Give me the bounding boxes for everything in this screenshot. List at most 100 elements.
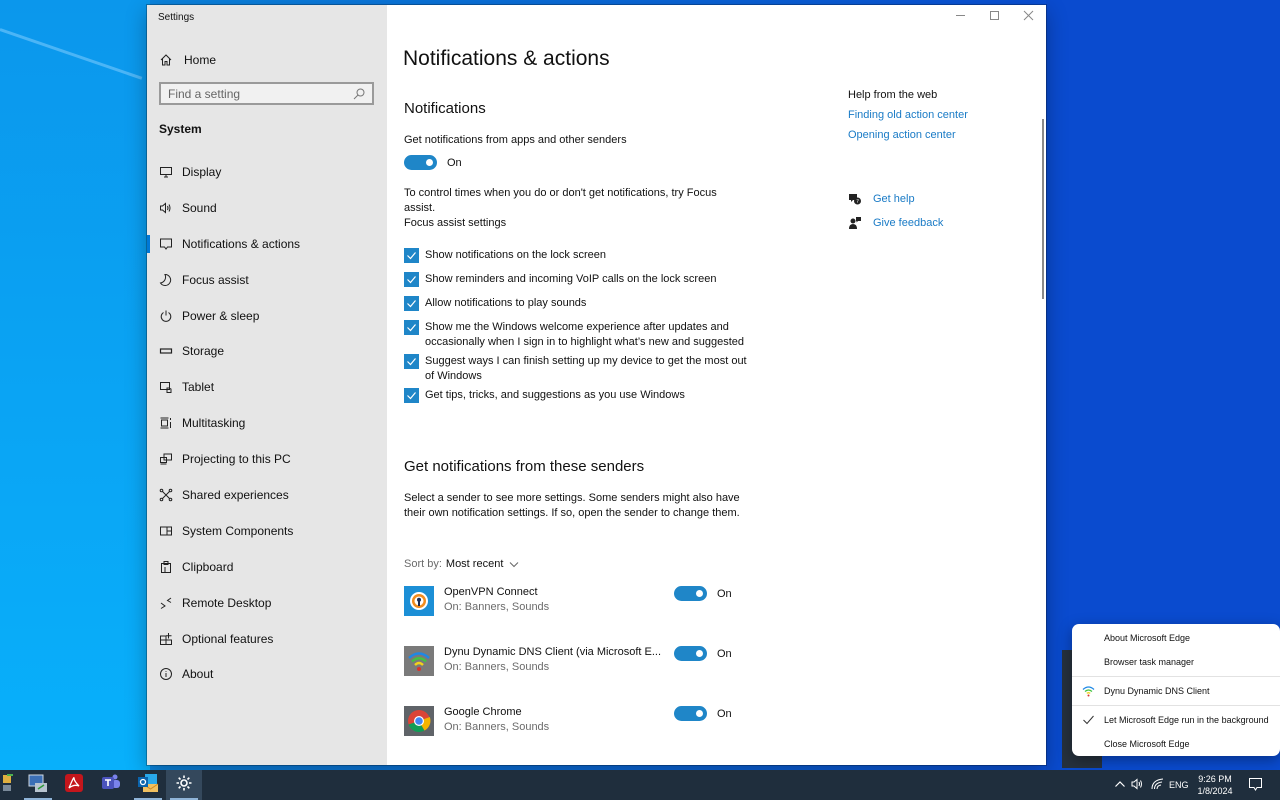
components-icon xyxy=(159,524,173,538)
sidebar-item-label: Optional features xyxy=(182,631,274,646)
taskbar-settings[interactable] xyxy=(166,770,202,800)
menu-item-dynu-client[interactable]: Dynu Dynamic DNS Client xyxy=(1072,679,1280,703)
menu-item-label: About Microsoft Edge xyxy=(1104,633,1191,643)
wifi-icon xyxy=(1151,778,1164,792)
give-feedback-link[interactable]: Give feedback xyxy=(848,216,943,230)
sender-openvpn[interactable]: OpenVPN Connect On: Banners, Sounds On xyxy=(404,586,734,618)
sidebar-item-sound[interactable]: Sound xyxy=(147,190,387,226)
action-center-button[interactable] xyxy=(1248,770,1263,800)
sidebar-item-tablet[interactable]: Tablet xyxy=(147,369,387,405)
toggle-state: On xyxy=(717,707,732,720)
sidebar-item-remote-desktop[interactable]: Remote Desktop xyxy=(147,585,387,621)
menu-item-browser-task-manager[interactable]: Browser task manager xyxy=(1072,650,1280,674)
language-indicator[interactable]: ENG xyxy=(1169,770,1189,800)
sidebar-item-clipboard[interactable]: Clipboard xyxy=(147,549,387,585)
language-label: ENG xyxy=(1169,780,1189,790)
search-icon[interactable] xyxy=(352,87,366,101)
network-button[interactable] xyxy=(1151,770,1164,800)
feedback-icon xyxy=(848,216,862,230)
sidebar-item-power-sleep[interactable]: Power & sleep xyxy=(147,298,387,334)
taskbar-remote-pc[interactable] xyxy=(20,770,56,800)
volume-button[interactable] xyxy=(1131,770,1145,800)
sender-toggle[interactable] xyxy=(674,646,707,661)
sidebar-item-notifications[interactable]: Notifications & actions xyxy=(147,226,387,262)
sender-chrome[interactable]: Google Chrome On: Banners, Sounds On xyxy=(404,706,734,738)
sort-dropdown[interactable]: Sort by: Most recent xyxy=(404,558,519,570)
tips-tricks-checkbox[interactable] xyxy=(404,388,419,403)
sidebar-item-multitasking[interactable]: Multitasking xyxy=(147,405,387,441)
help-heading: Help from the web xyxy=(848,89,938,101)
notification-sounds-checkbox[interactable] xyxy=(404,296,419,311)
sidebar-item-label: Shared experiences xyxy=(182,487,289,502)
lock-screen-notifications-checkbox[interactable] xyxy=(404,248,419,263)
get-help-link[interactable]: ? Get help xyxy=(848,192,915,206)
sort-value: Most recent xyxy=(445,558,504,570)
remote-desktop-icon xyxy=(159,596,173,610)
welcome-experience-checkbox[interactable] xyxy=(404,320,419,335)
checkbox-label: Show me the Windows welcome experience a… xyxy=(425,321,744,348)
master-notifications-toggle[interactable] xyxy=(404,155,437,170)
menu-item-about-edge[interactable]: About Microsoft Edge xyxy=(1072,626,1280,650)
toggle-state: On xyxy=(717,647,732,660)
menu-separator xyxy=(1072,705,1280,706)
checkbox-label: Show notifications on the lock screen xyxy=(425,249,606,261)
search-input[interactable] xyxy=(168,86,348,101)
sidebar-item-label: About xyxy=(182,667,214,682)
sidebar-item-system-components[interactable]: System Components xyxy=(147,513,387,549)
voip-reminders-checkbox[interactable] xyxy=(404,272,419,287)
focus-assist-hint: To control times when you do or don't ge… xyxy=(404,187,717,214)
settings-window: Settings Home System Display Sound xyxy=(147,5,1046,765)
window-title: Settings xyxy=(158,12,195,23)
content-scrollbar[interactable] xyxy=(1042,119,1044,299)
clipboard-icon xyxy=(159,560,173,574)
taskbar-teams[interactable] xyxy=(93,770,129,800)
taskbar-network-tool[interactable] xyxy=(0,770,22,800)
info-icon xyxy=(159,667,173,681)
sidebar-item-projecting[interactable]: Projecting to this PC xyxy=(147,441,387,477)
checkbox-row: Show notifications on the lock screen xyxy=(404,248,749,263)
sidebar-item-shared-experiences[interactable]: Shared experiences xyxy=(147,477,387,513)
sender-toggle-row: On xyxy=(674,706,732,721)
help-link-opening-action-center[interactable]: Opening action center xyxy=(848,129,1038,141)
home-link[interactable]: Home xyxy=(159,50,216,70)
menu-item-label: Close Microsoft Edge xyxy=(1104,739,1190,749)
sidebar-item-label: Focus assist xyxy=(182,272,249,287)
remote-pc-icon xyxy=(27,772,49,799)
notification-icon xyxy=(159,237,173,251)
setup-suggestions-checkbox[interactable] xyxy=(404,354,419,369)
master-toggle-row: On xyxy=(404,155,462,170)
sidebar-item-label: Power & sleep xyxy=(182,308,260,323)
clock[interactable]: 9:26 PM 1/8/2024 xyxy=(1193,773,1237,797)
openvpn-icon xyxy=(404,586,434,616)
sidebar-item-optional-features[interactable]: Optional features xyxy=(147,621,387,657)
sender-toggle[interactable] xyxy=(674,706,707,721)
sidebar-item-focus-assist[interactable]: Focus assist xyxy=(147,262,387,298)
checkbox-label: Suggest ways I can finish setting up my … xyxy=(425,355,747,382)
focus-assist-settings-link[interactable]: Focus assist settings xyxy=(404,216,506,231)
sidebar-item-display[interactable]: Display xyxy=(147,154,387,190)
menu-item-label: Browser task manager xyxy=(1104,657,1195,667)
help-link-old-action-center[interactable]: Finding old action center xyxy=(848,109,1038,121)
search-box[interactable] xyxy=(159,82,374,105)
taskbar-acrobat[interactable] xyxy=(56,770,92,800)
tablet-icon xyxy=(159,380,173,394)
sender-toggle[interactable] xyxy=(674,586,707,601)
menu-item-close-edge[interactable]: Close Microsoft Edge xyxy=(1072,732,1280,756)
shared-icon xyxy=(159,488,173,502)
toggle-state: On xyxy=(717,587,732,600)
senders-heading: Get notifications from these senders xyxy=(404,458,645,475)
sidebar-item-about[interactable]: About xyxy=(147,656,387,692)
svg-text:?: ? xyxy=(856,199,859,205)
sidebar-item-label: Clipboard xyxy=(182,559,234,574)
checkbox-row: Suggest ways I can finish setting up my … xyxy=(404,354,749,384)
toggle-state: On xyxy=(447,156,462,169)
sender-dynu[interactable]: Dynu Dynamic DNS Client (via Microsoft E… xyxy=(404,646,734,678)
taskbar-outlook[interactable] xyxy=(130,770,166,800)
sidebar-item-storage[interactable]: Storage xyxy=(147,333,387,369)
multitasking-icon xyxy=(159,416,173,430)
menu-item-run-in-background[interactable]: Let Microsoft Edge run in the background xyxy=(1072,708,1280,732)
outlook-icon xyxy=(137,772,159,799)
projecting-icon xyxy=(159,452,173,466)
show-hidden-icons-button[interactable] xyxy=(1114,770,1126,800)
checkbox-row: Allow notifications to play sounds xyxy=(404,296,749,311)
